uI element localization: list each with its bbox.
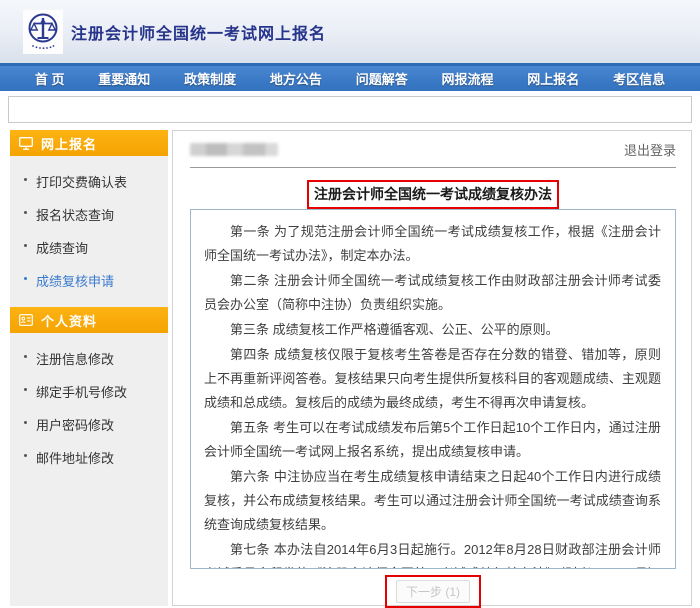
document-paragraph: 第一条 为了规范注册会计师全国统一考试成绩复核工作，根据《注册会计师全国统一考试…	[204, 220, 661, 268]
content-top-bar: 退出登录	[190, 141, 676, 157]
sidebar-item-score-review-application[interactable]: 成绩复核申请	[10, 264, 168, 297]
button-row: 下一步 (1)	[190, 575, 676, 608]
next-step-button[interactable]: 下一步 (1)	[396, 580, 470, 603]
nav-item-local-announcements[interactable]: 地方公告	[270, 69, 322, 88]
sidebar-item-print-payment-confirmation[interactable]: 打印交费确认表	[10, 165, 168, 198]
site-header: 注册会计师全国统一考试网上报名	[0, 0, 700, 63]
banner-strip	[8, 96, 692, 123]
sidebar-list-online-registration: 打印交费确认表 报名状态查询 成绩查询 成绩复核申请	[10, 156, 168, 307]
document-title-annotation-box: 注册会计师全国统一考试成绩复核办法	[307, 180, 559, 209]
nav-item-online-registration[interactable]: 网上报名	[527, 69, 579, 88]
document-paragraph: 第五条 考生可以在考试成绩发布后第5个工作日起10个工作日内，通过注册会计师全国…	[204, 416, 661, 464]
nav-item-policies[interactable]: 政策制度	[184, 69, 236, 88]
sidebar-section-title: 网上报名	[41, 134, 97, 153]
content-divider	[190, 167, 676, 168]
content-panel: 退出登录 注册会计师全国统一考试成绩复核办法 第一条 为了规范注册会计师全国统一…	[172, 130, 692, 606]
document-body: 第一条 为了规范注册会计师全国统一考试成绩复核工作，根据《注册会计师全国统一考试…	[190, 209, 676, 569]
site-title: 注册会计师全国统一考试网上报名	[71, 20, 326, 44]
sidebar-item-score-inquiry[interactable]: 成绩查询	[10, 231, 168, 264]
sidebar-item-registration-info-edit[interactable]: 注册信息修改	[10, 342, 168, 375]
nav-item-exam-area-info[interactable]: 考区信息	[613, 69, 665, 88]
sidebar-item-phone-number-edit[interactable]: 绑定手机号修改	[10, 375, 168, 408]
document-title: 注册会计师全国统一考试成绩复核办法	[314, 186, 552, 202]
sidebar-item-registration-status[interactable]: 报名状态查询	[10, 198, 168, 231]
cpa-logo	[23, 10, 63, 54]
document-paragraph: 第三条 成绩复核工作严格遵循客观、公正、公平的原则。	[204, 318, 661, 342]
document-paragraph: 第七条 本办法自2014年6月3日起施行。2012年8月28日财政部注册会计师考…	[204, 538, 661, 569]
next-button-annotation-box: 下一步 (1)	[385, 575, 481, 608]
sidebar-item-password-edit[interactable]: 用户密码修改	[10, 408, 168, 441]
id-card-icon	[19, 314, 33, 326]
main-area: 网上报名 打印交费确认表 报名状态查询 成绩查询 成绩复核申请	[10, 130, 692, 606]
sidebar-section-online-registration: 网上报名	[10, 130, 168, 156]
main-nav: 首 页 重要通知 政策制度 地方公告 问题解答 网报流程 网上报名 考区信息	[0, 63, 700, 91]
nav-item-registration-process[interactable]: 网报流程	[441, 69, 493, 88]
monitor-icon	[19, 137, 33, 150]
nav-item-notices[interactable]: 重要通知	[98, 69, 150, 88]
document-paragraph: 第四条 成绩复核仅限于复核考生答卷是否存在分数的错登、错加等，原则上不再重新评阅…	[204, 343, 661, 415]
scales-emblem-icon	[25, 12, 61, 52]
document-title-row: 注册会计师全国统一考试成绩复核办法	[190, 180, 676, 202]
document-paragraph: 第二条 注册会计师全国统一考试成绩复核工作由财政部注册会计师考试委员会办公室（简…	[204, 269, 661, 317]
logout-link[interactable]: 退出登录	[624, 140, 676, 159]
page: 注册会计师全国统一考试网上报名 首 页 重要通知 政策制度 地方公告 问题解答 …	[0, 0, 700, 606]
sidebar-item-email-edit[interactable]: 邮件地址修改	[10, 441, 168, 474]
user-name-redacted	[190, 143, 278, 156]
document-paragraph: 第六条 中注协应当在考生成绩复核申请结束之日起40个工作日内进行成绩复核，并公布…	[204, 465, 661, 537]
nav-item-faq[interactable]: 问题解答	[356, 69, 408, 88]
sidebar-list-personal-info: 注册信息修改 绑定手机号修改 用户密码修改 邮件地址修改	[10, 333, 168, 484]
sidebar-section-personal-info: 个人资料	[10, 307, 168, 333]
sidebar-section-title: 个人资料	[41, 311, 97, 330]
sidebar: 网上报名 打印交费确认表 报名状态查询 成绩查询 成绩复核申请	[10, 130, 168, 606]
nav-item-home[interactable]: 首 页	[35, 69, 65, 88]
